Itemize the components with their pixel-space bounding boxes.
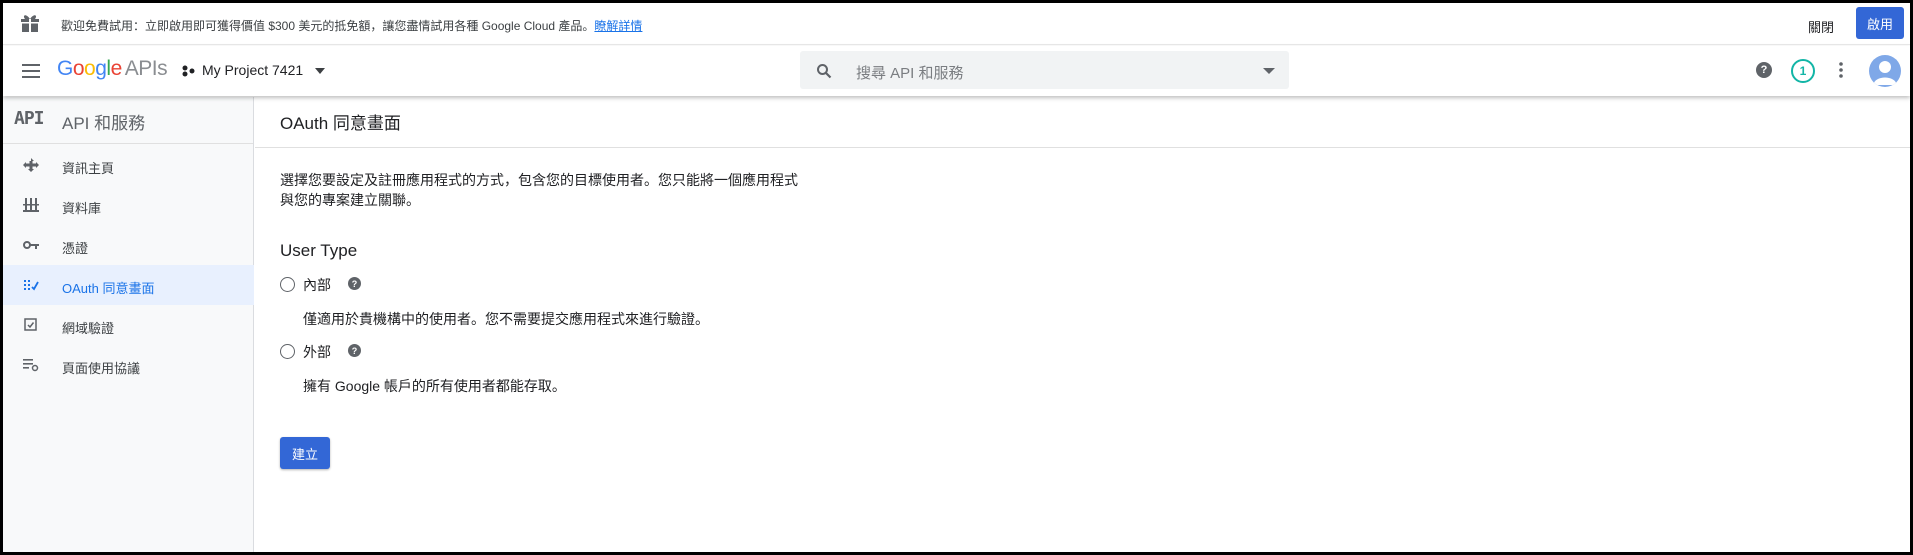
sidebar-item-credentials[interactable]: 憑證 (3, 225, 254, 265)
more-vert-icon[interactable] (1839, 61, 1843, 79)
search-input[interactable]: 搜尋 API 和服務 (800, 51, 1289, 89)
logo-letter: g (95, 57, 107, 80)
sidebar-item-label: 網域驗證 (62, 321, 115, 336)
enable-trial-button[interactable]: 啟用 (1856, 7, 1904, 39)
search-dropdown-icon[interactable] (1263, 68, 1275, 74)
app-window: 歡迎免費試用：立即啟用即可獲得價值 $300 美元的抵免額，讓您盡情試用各種 G… (3, 3, 1910, 552)
google-apis-logo[interactable]: Google APIs (57, 57, 168, 81)
page-description: 選擇您要設定及註冊應用程式的方式，包含您的目標使用者。您只能將一個應用程式與您的… (280, 172, 798, 208)
notifications-badge[interactable]: 1 (1791, 59, 1815, 83)
internal-description: 僅適用於貴機構中的使用者。您不需要提交應用程式來進行驗證。 (303, 311, 709, 327)
help-icon[interactable]: ? (348, 344, 361, 357)
external-description: 擁有 Google 帳戶的所有使用者都能存取。 (303, 378, 566, 394)
title-divider (255, 147, 1910, 148)
google-wordmark: Google (57, 57, 122, 80)
radio-external[interactable] (280, 344, 295, 359)
user-type-heading: User Type (280, 241, 358, 260)
dashboard-icon (23, 158, 39, 172)
create-button[interactable]: 建立 (280, 437, 330, 469)
help-icon[interactable]: ? (348, 277, 361, 290)
logo-letter: o (84, 57, 96, 80)
sidebar-item-label: 資料庫 (62, 201, 102, 216)
sidebar-divider (3, 143, 253, 144)
search-placeholder: 搜尋 API 和服務 (856, 65, 964, 82)
banner-text: 歡迎免費試用：立即啟用即可獲得價值 $300 美元的抵免額，讓您盡情試用各種 G… (61, 19, 595, 33)
radio-external-label[interactable]: 外部 (303, 342, 331, 362)
oauth-consent-icon (24, 280, 39, 291)
page-title: OAuth 同意畫面 (280, 114, 401, 133)
sidebar-item-oauth-consent[interactable]: OAuth 同意畫面 (3, 265, 254, 305)
key-icon (23, 241, 39, 249)
logo-letter: e (110, 57, 123, 80)
banner-message: 歡迎免費試用：立即啟用即可獲得價值 $300 美元的抵免額，讓您盡情試用各種 G… (61, 17, 642, 34)
project-icon (182, 65, 195, 77)
radio-internal-label[interactable]: 內部 (303, 275, 331, 295)
sidebar-item-label: 憑證 (62, 241, 89, 256)
search-icon (817, 64, 832, 79)
library-icon (23, 198, 39, 212)
sidebar-item-dashboard[interactable]: 資訊主頁 (3, 145, 254, 185)
main-content: OAuth 同意畫面 選擇您要設定及註冊應用程式的方式，包含您的目標使用者。您只… (255, 97, 1910, 552)
logo-letter: o (72, 57, 85, 80)
user-icon (1873, 61, 1897, 85)
trial-banner: 歡迎免費試用：立即啟用即可獲得價值 $300 美元的抵免額，讓您盡情試用各種 G… (3, 3, 1910, 45)
close-banner-button[interactable]: 關閉 (1808, 17, 1834, 36)
help-icon[interactable]: ? (1756, 62, 1772, 78)
avatar[interactable] (1869, 55, 1901, 87)
top-header: Google APIs My Project 7421 搜尋 API 和服務 ? … (3, 46, 1910, 96)
radio-internal[interactable] (280, 277, 295, 292)
sidebar-item-label: OAuth 同意畫面 (62, 281, 155, 296)
sidebar-item-library[interactable]: 資料庫 (3, 185, 254, 225)
sidebar: API API 和服務 資訊主頁 資料庫 憑證 OAuth 同意畫面 網域驗證 … (3, 97, 254, 552)
logo-letter: G (57, 57, 73, 80)
menu-icon[interactable] (21, 61, 43, 81)
sidebar-title: API 和服務 (62, 114, 146, 133)
sidebar-item-label: 資訊主頁 (62, 161, 115, 176)
gift-icon (21, 15, 39, 32)
api-logo: API (14, 108, 44, 129)
apis-wordmark: APIs (124, 57, 168, 80)
sidebar-item-page-usage-agreements[interactable]: 頁面使用協議 (3, 345, 254, 385)
domain-check-icon (24, 318, 37, 331)
settings-list-icon (23, 359, 39, 372)
project-selector[interactable]: My Project 7421 (202, 62, 303, 78)
chevron-down-icon[interactable] (315, 68, 325, 74)
sidebar-item-label: 頁面使用協議 (62, 361, 141, 376)
sidebar-item-domain-verification[interactable]: 網域驗證 (3, 305, 254, 345)
learn-more-link[interactable]: 瞭解詳情 (594, 19, 642, 33)
